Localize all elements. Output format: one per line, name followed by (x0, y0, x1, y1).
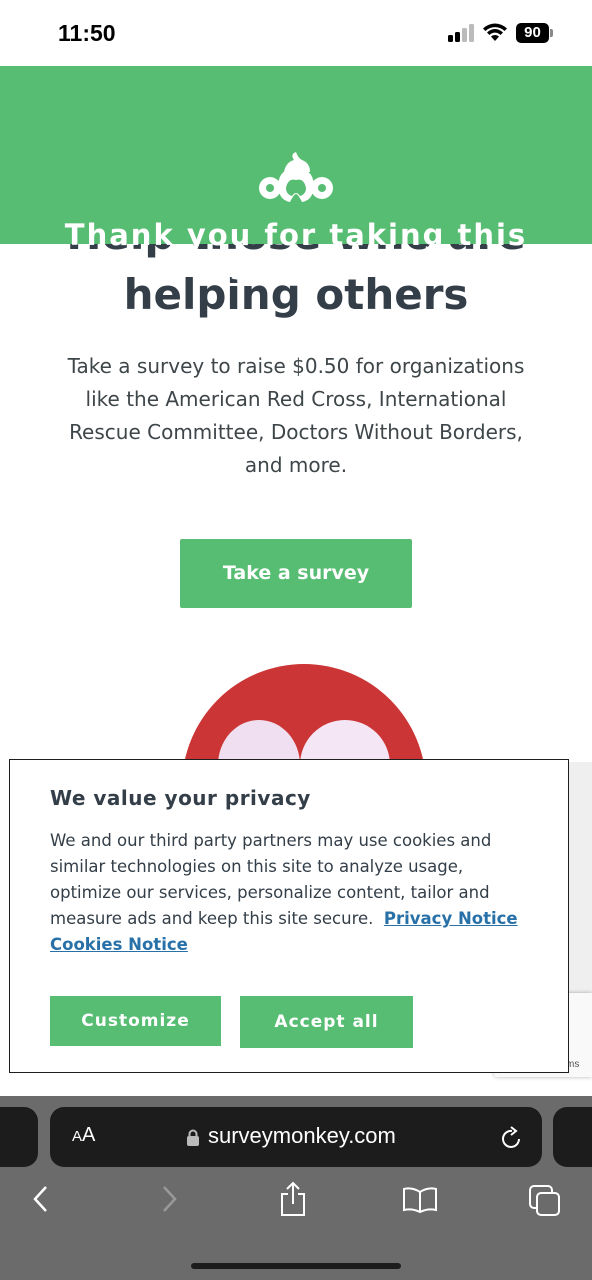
cookies-notice-link[interactable]: Cookies Notice (50, 935, 188, 954)
cookie-dialog-body: We and our third party partners may use … (50, 828, 528, 958)
cookie-dialog-title: We value your privacy (50, 786, 311, 810)
status-bar: 11:50 90 (0, 0, 592, 66)
cellular-signal-icon (448, 24, 476, 42)
tabs-icon[interactable] (528, 1184, 562, 1218)
page-description: Take a survey to raise $0.50 for organiz… (67, 354, 525, 477)
text-size-button[interactable]: AA (72, 1124, 95, 1147)
clock: 11:50 (58, 20, 116, 46)
take-survey-button[interactable]: Take a survey (180, 539, 412, 608)
url-text: surveymonkey.com (208, 1123, 396, 1148)
battery-cap (550, 29, 553, 37)
previous-tab-peek[interactable] (0, 1107, 38, 1167)
wifi-icon (483, 23, 507, 41)
home-indicator (191, 1263, 401, 1269)
customize-button[interactable]: Customize (50, 996, 221, 1046)
cookie-consent-dialog: We value your privacy We and our third p… (9, 759, 569, 1073)
thank-you-banner: Thank you for taking this survey. (0, 66, 592, 286)
thank-you-text: Thank you for taking this survey. (64, 218, 528, 286)
share-icon[interactable] (278, 1180, 308, 1218)
page-side-strip (568, 762, 592, 994)
battery-icon: 90 (516, 23, 549, 43)
reload-icon[interactable] (500, 1125, 524, 1151)
next-tab-peek[interactable] (553, 1107, 592, 1167)
privacy-notice-link[interactable]: Privacy Notice (384, 909, 518, 928)
browser-toolbar: AA surveymonkey.com (0, 1096, 592, 1280)
lock-icon (187, 1129, 199, 1146)
surveymonkey-logo-icon (259, 152, 333, 202)
accept-all-button[interactable]: Accept all (240, 996, 413, 1048)
back-icon[interactable] (30, 1184, 52, 1214)
address-bar[interactable]: AA surveymonkey.com (50, 1107, 542, 1167)
bookmarks-icon[interactable] (402, 1186, 438, 1214)
forward-icon[interactable] (158, 1184, 180, 1214)
